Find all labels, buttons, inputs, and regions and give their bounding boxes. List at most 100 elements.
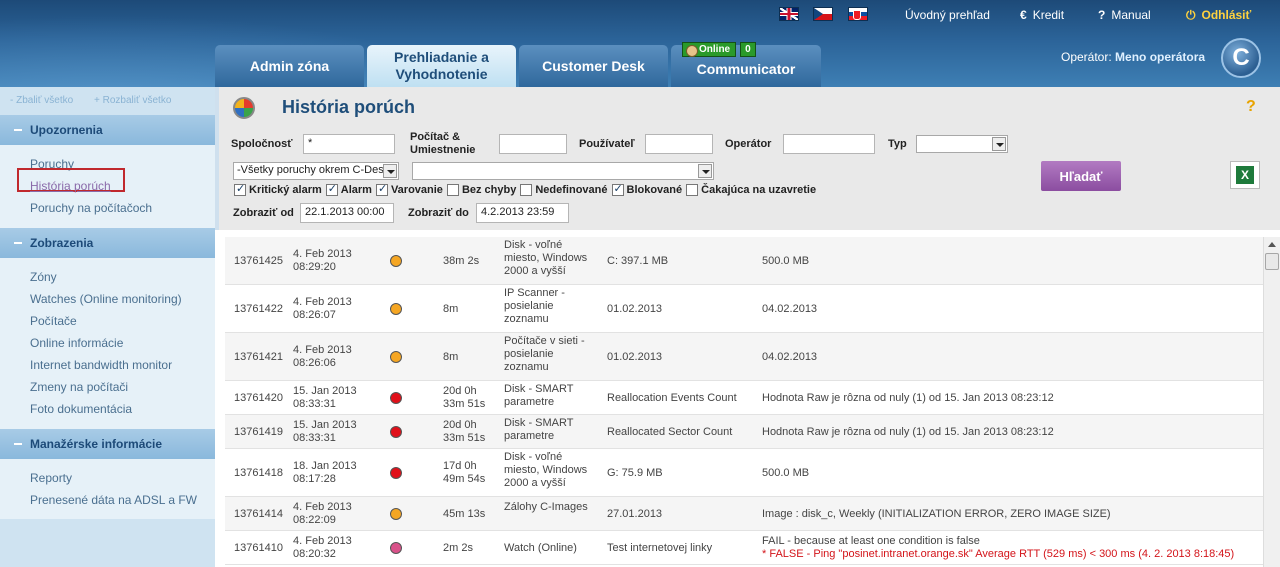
home-link[interactable]: Úvodný prehľad [905, 8, 990, 22]
checkbox-box[interactable] [234, 182, 246, 196]
sidebar-item-reporty[interactable]: Reporty [30, 471, 72, 485]
fault-datetime: 4. Feb 2013 08:26:06 [293, 344, 352, 370]
user-input[interactable] [645, 134, 713, 154]
checkbox-label: Čakajúca na uzavretie [701, 184, 817, 196]
credit-label: Kredit [1032, 8, 1065, 22]
operator-name[interactable]: Meno operátora [1115, 50, 1205, 64]
sk-flag-icon[interactable] [848, 7, 868, 21]
fault-limit: Hodnota Raw je rôzna od nuly (1) od 15. … [762, 426, 1252, 439]
company-input[interactable]: * [303, 134, 395, 154]
fault-id: 13761414 [234, 507, 283, 520]
sidebar-item-poruchy-na-pocitacoch[interactable]: Poruchy na počítačoch [30, 201, 152, 215]
fault-id: 13761425 [234, 254, 283, 267]
excel-export-button[interactable]: X [1230, 161, 1260, 189]
table-row[interactable]: 13761425 4. Feb 2013 08:29:20 38m 2s Disk - … [225, 237, 1263, 285]
checkbox-varovanie[interactable]: Varovanie [375, 182, 443, 196]
limit-text: FAIL - because at least one condition is… [762, 535, 980, 547]
fault-type-select[interactable]: -Všetky poruchy okrem C-Desk [233, 162, 399, 180]
table-row[interactable]: 13761420 15. Jan 2013 08:33:31 20d 0h 33m 5… [225, 381, 1263, 415]
checkbox-bez-chyby[interactable]: Bez chyby [446, 184, 516, 196]
checkbox-box[interactable] [686, 184, 699, 196]
checkbox-cakajuca[interactable]: Čakajúca na uzavretie [686, 184, 816, 196]
status-indicator-icon [390, 255, 402, 267]
table-row[interactable]: 13761414 4. Feb 2013 08:22:09 45m 13s Zálohy… [225, 497, 1263, 531]
sidebar-item-zony[interactable]: Zóny [30, 270, 57, 284]
cz-flag-icon[interactable] [813, 7, 833, 21]
watch-name: Zálohy C-Images [504, 501, 588, 513]
type-label: Typ [888, 138, 907, 150]
sidebar-item-zmeny-na-pocitaci[interactable]: Zmeny na počítači [30, 380, 128, 394]
status-indicator-icon [390, 351, 402, 363]
chevron-down-icon [698, 164, 712, 178]
from-label: Zobraziť od [233, 207, 294, 219]
operator-input[interactable] [783, 134, 875, 154]
scroll-thumb[interactable] [1265, 253, 1279, 270]
fault-limit: 500.0 MB [762, 467, 1252, 480]
fault-limit: 500.0 MB [762, 255, 1252, 268]
vertical-scrollbar[interactable] [1263, 237, 1280, 567]
sidebar-item-online-informacie[interactable]: Online informácie [30, 336, 123, 350]
tab-admin-zone[interactable]: Admin zóna [215, 45, 364, 87]
search-button[interactable]: Hľadať [1041, 161, 1121, 191]
sidebar-item-pocitace[interactable]: Počítače [30, 314, 77, 328]
sidebar-item-foto-dokumentacia[interactable]: Foto dokumentácia [30, 402, 132, 416]
fault-date: 4. Feb 2013 [293, 501, 352, 513]
expand-all-link[interactable]: + Rozbaliť všetko [94, 95, 171, 106]
checkbox-nedefinovane[interactable]: Nedefinované [520, 184, 608, 196]
checkbox-box[interactable] [446, 184, 459, 196]
table-row[interactable]: 13761418 18. Jan 2013 08:17:28 17d 0h 49m 5… [225, 449, 1263, 497]
app-logo[interactable]: C [1221, 38, 1261, 78]
table-row[interactable]: 13761410 4. Feb 2013 08:20:32 2m 2s Watch (O… [225, 531, 1263, 565]
scroll-up-icon[interactable] [1268, 242, 1276, 247]
tab-customer-desk[interactable]: Customer Desk [519, 45, 668, 87]
sidebar-item-bandwidth-monitor[interactable]: Internet bandwidth monitor [30, 358, 172, 372]
sidebar-item-historia-poruch[interactable]: História porúch [30, 179, 111, 193]
table-row[interactable]: 13761421 4. Feb 2013 08:26:06 8m Počítače v … [225, 333, 1263, 381]
logout-link[interactable]: ⏻ Odhlásiť [1186, 8, 1251, 23]
sidebar-item-prenesene-data[interactable]: Prenesené dáta na ADSL a FW [30, 493, 197, 507]
fault-duration: 8m [443, 302, 459, 315]
page-title: História porúch [282, 97, 416, 117]
uk-flag-icon[interactable] [779, 7, 799, 21]
checkbox-alarm[interactable]: Alarm [325, 182, 372, 196]
type-select[interactable] [916, 135, 1008, 153]
computer-select[interactable] [412, 162, 714, 180]
section-upozornenia[interactable]: Upozornenia [0, 115, 215, 145]
from-date-input[interactable]: 22.1.2013 00:00 [300, 203, 394, 223]
help-icon[interactable]: ? [1246, 98, 1256, 116]
credit-link[interactable]: € Kredit [1020, 8, 1064, 22]
operator-filter-label: Operátor [725, 138, 772, 150]
table-row[interactable]: 13761422 4. Feb 2013 08:26:07 8m IP Scanner … [225, 285, 1263, 333]
section-zobrazenia[interactable]: Zobrazenia [0, 228, 215, 258]
tab-browse-evaluate[interactable]: Prehliadanie a Vyhodnotenie [367, 45, 516, 87]
checkbox-box[interactable] [325, 182, 338, 196]
history-icon [233, 97, 255, 119]
fault-datetime: 4. Feb 2013 08:22:09 [293, 501, 352, 527]
checkbox-box[interactable] [375, 182, 388, 196]
to-date-input[interactable]: 4.2.2013 23:59 [476, 203, 569, 223]
fault-time: 08:29:20 [293, 261, 336, 273]
status-indicator-icon [390, 542, 402, 554]
user-label: Používateľ [579, 138, 635, 150]
fault-duration: 38m 2s [443, 254, 480, 267]
fault-type-value: -Všetky poruchy okrem C-Desk [237, 164, 390, 176]
sidebar-item-watches[interactable]: Watches (Online monitoring) [30, 292, 182, 306]
collapse-all-link[interactable]: - Zbaliť všetko [10, 95, 73, 106]
main-content: História porúch ? Spoločnosť * Počítač &… [215, 87, 1280, 567]
checkbox-blokovane[interactable]: Blokované [611, 182, 682, 196]
manual-link[interactable]: ? Manual [1098, 8, 1151, 22]
fault-date: 15. Jan 2013 [293, 419, 357, 431]
top-header: Úvodný prehľad € Kredit ? Manual ⏻ Odhlásiť… [0, 0, 1280, 87]
table-row[interactable]: 13761419 15. Jan 2013 08:33:31 20d 0h 33m 5… [225, 415, 1263, 449]
section-manazerske-informacie[interactable]: Manažérske informácie [0, 429, 215, 459]
checkbox-label: Varovanie [390, 184, 443, 196]
fault-date: 4. Feb 2013 [293, 535, 352, 547]
checkbox-box[interactable] [611, 182, 624, 196]
sidebar: - Zbaliť všetko + Rozbaliť všetko Upozor… [0, 87, 215, 567]
checkbox-kriticky-alarm[interactable]: Kritický alarm [234, 182, 322, 196]
computer-input[interactable] [499, 134, 567, 154]
company-label: Spoločnosť [231, 138, 293, 150]
fault-date: 4. Feb 2013 [293, 344, 352, 356]
checkbox-box[interactable] [520, 184, 533, 196]
question-icon: ? [1098, 8, 1106, 22]
